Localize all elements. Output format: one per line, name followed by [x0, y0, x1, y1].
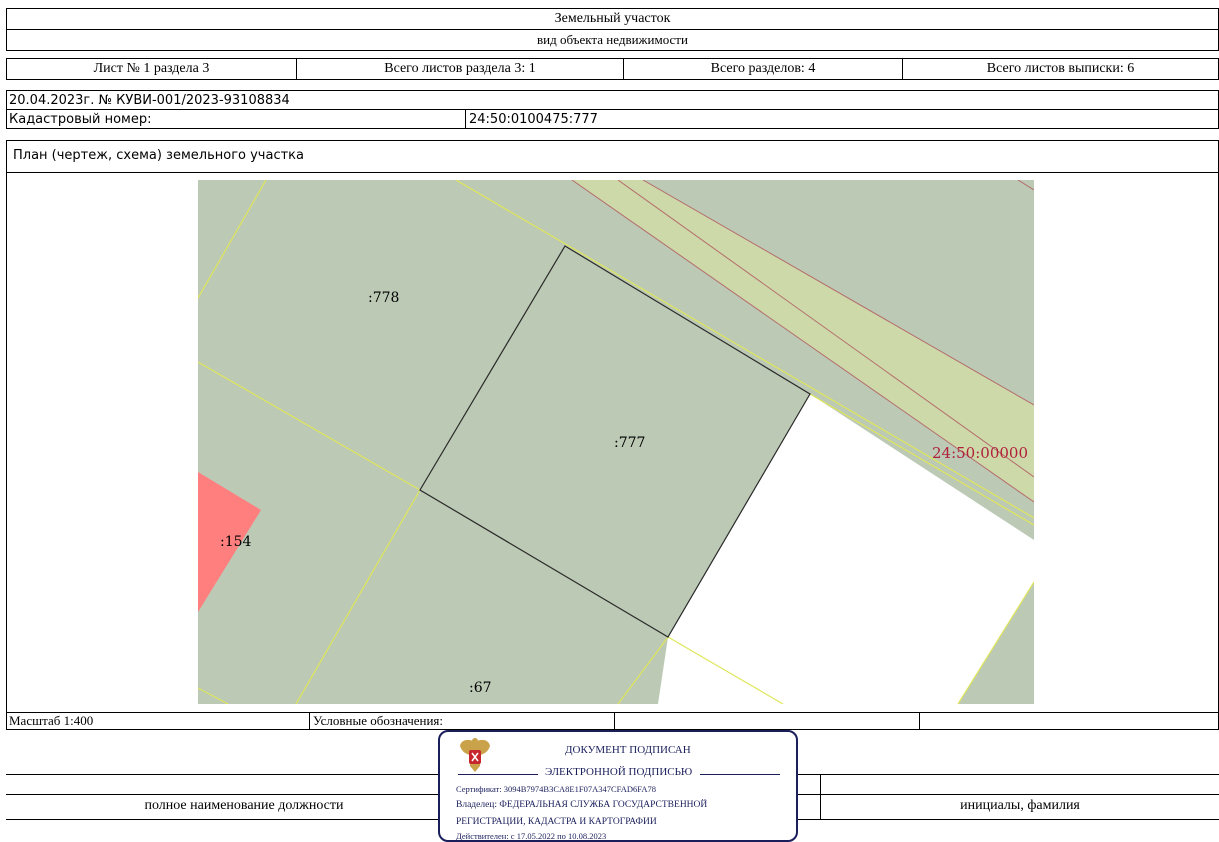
legend-label: Условные обозначения: [309, 712, 615, 730]
parcel-label-154: :154 [220, 534, 252, 550]
legend-cell [614, 712, 920, 730]
stamp-line2: ЭЛЕКТРОННОЙ ПОДПИСЬЮ [545, 766, 693, 778]
stamp-owner: Владелец: ФЕДЕРАЛЬНАЯ СЛУЖБА ГОСУДАРСТВЕ… [456, 800, 708, 810]
scale: Масштаб 1:400 [6, 712, 310, 730]
parcel-label-67: :67 [469, 680, 492, 696]
cadastral-label: Кадастровый номер: [6, 109, 466, 129]
stamp-line1: ДОКУМЕНТ ПОДПИСАН [565, 744, 691, 756]
sheets-total: Всего листов выписки: 6 [902, 58, 1219, 80]
electronic-signature-stamp: ДОКУМЕНТ ПОДПИСАН ЭЛЕКТРОННОЙ ПОДПИСЬЮ С… [438, 730, 798, 842]
position-label: полное наименование должности [144, 798, 344, 813]
emblem-icon [460, 738, 490, 772]
stamp-divider-right [700, 774, 780, 775]
sections-total: Всего разделов: 4 [623, 58, 903, 80]
parcel-label-777: :777 [614, 435, 646, 451]
plan-title: План (чертеж, схема) земельного участка [13, 148, 304, 163]
sheets-in-section: Всего листов раздела 3: 1 [296, 58, 624, 80]
cadastral-value: 24:50:0100475:777 [465, 109, 1219, 129]
plan-title-divider [6, 172, 1219, 173]
stamp-divider-left [458, 774, 538, 775]
stamp-valid: Действителен: с 17.05.2022 по 10.08.2023 [456, 831, 607, 841]
quarter-label: 24:50:00000 [932, 444, 1028, 462]
stamp-certificate: Сертификат: 3094B7974B3CA8E1F07A347CFAD6… [456, 784, 656, 794]
parcel-map: :778 :777 :154 :67 24:50:00000 [198, 180, 1034, 704]
name-label: инициалы, фамилия [960, 798, 1080, 813]
stamp-owner2: РЕГИСТРАЦИИ, КАДАСТРА И КАРТОГРАФИИ [456, 817, 657, 827]
object-subtitle: вид объекта недвижимости [6, 29, 1219, 51]
object-title: Земельный участок [6, 8, 1219, 30]
legend-cell [919, 712, 1219, 730]
sheet-number: Лист № 1 раздела 3 [6, 58, 297, 80]
parcel-label-778: :778 [368, 290, 400, 306]
date-number: 20.04.2023г. № КУВИ-001/2023-93108834 [6, 90, 1219, 110]
